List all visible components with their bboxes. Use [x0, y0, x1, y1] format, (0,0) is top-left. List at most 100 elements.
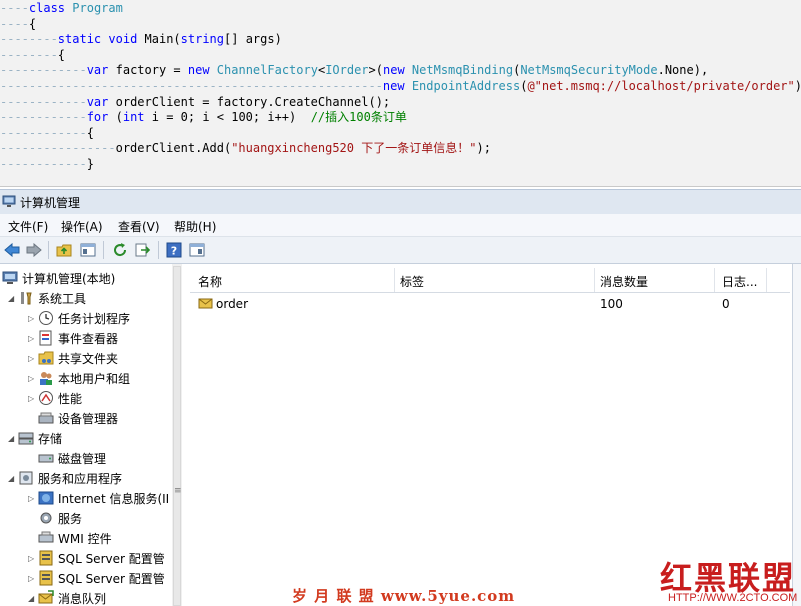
- toolbar: ?: [0, 237, 801, 264]
- menu-bar: 文件(F) 操作(A) 查看(V) 帮助(H): [0, 214, 801, 237]
- code-line: ------------var factory = new ChannelFac…: [0, 63, 708, 79]
- tree-item-performance[interactable]: ▷ 性能: [28, 388, 82, 408]
- indent-guide: ------------: [0, 157, 87, 171]
- code-editor[interactable]: ----class Program ----{--------static voi…: [0, 0, 801, 187]
- tree-scrollbar[interactable]: ≡: [172, 264, 182, 606]
- tree-item-task-scheduler[interactable]: ▷ 任务计划程序: [28, 308, 130, 328]
- column-header-message-count[interactable]: 消息数量: [600, 273, 648, 290]
- code-token: (: [108, 110, 123, 125]
- tree-item-disk-management[interactable]: 磁盘管理: [38, 448, 106, 468]
- tree-item-label: 服务: [58, 511, 83, 526]
- collapsed-arrow-icon[interactable]: ▷: [28, 394, 38, 403]
- console-tree[interactable]: 计算机管理(本地) ◢ 系统工具 ▷ 任务计划程序 ▷ 事件查看器 ▷ 共享文件…: [0, 264, 173, 606]
- column-header-label[interactable]: 标签: [400, 273, 424, 290]
- wmi-icon: [38, 531, 54, 543]
- expanded-arrow-icon[interactable]: ◢: [8, 294, 18, 303]
- tree-item-event-viewer[interactable]: ▷ 事件查看器: [28, 328, 118, 348]
- menu-view[interactable]: 查看(V): [118, 218, 160, 235]
- collapsed-arrow-icon[interactable]: ▷: [28, 334, 38, 343]
- code-token: NetMsmqSecurityMode: [520, 63, 658, 78]
- refresh-icon[interactable]: [110, 240, 130, 260]
- computer-management-icon: [2, 271, 18, 284]
- code-token: );: [476, 141, 491, 156]
- code-token: class: [28, 1, 66, 15]
- menu-help[interactable]: 帮助(H): [174, 218, 216, 235]
- code-line: ------------{: [0, 126, 94, 142]
- code-token: var: [86, 94, 109, 109]
- tree-item-shared-folders[interactable]: ▷ 共享文件夹: [28, 348, 118, 368]
- collapsed-arrow-icon[interactable]: ▷: [28, 494, 38, 503]
- code-line: ------------for (int i = 0; i < 100; i++…: [0, 110, 407, 126]
- tree-item-iis[interactable]: ▷ Internet 信息服务(II: [28, 488, 169, 508]
- show-hide-console-tree-icon[interactable]: [78, 240, 98, 260]
- tree-item-sql-config-2[interactable]: ▷ SQL Server 配置管: [28, 568, 165, 588]
- tree-item-storage[interactable]: ◢ 存储: [8, 428, 62, 448]
- tree-item-label: 任务计划程序: [58, 311, 131, 326]
- expanded-arrow-icon[interactable]: ◢: [8, 434, 18, 443]
- code-token: ChannelFactory: [216, 63, 318, 78]
- code-token: new: [382, 79, 405, 93]
- expanded-arrow-icon[interactable]: ◢: [28, 594, 38, 603]
- menu-file[interactable]: 文件(F): [8, 218, 48, 235]
- window-titlebar: 计算机管理: [0, 189, 801, 214]
- queue-icon: [198, 298, 213, 309]
- tools-icon: [21, 292, 32, 305]
- code-token: Main(: [137, 32, 181, 47]
- collapsed-arrow-icon[interactable]: ▷: [28, 314, 38, 323]
- table-row[interactable]: order 100 0: [190, 294, 790, 314]
- disk-icon: [38, 454, 54, 463]
- up-folder-icon[interactable]: [54, 240, 74, 260]
- tree-item-root[interactable]: 计算机管理(本地): [2, 268, 115, 288]
- watermark-url: HTTP://WWW.2CTO.COM: [668, 592, 798, 604]
- collapsed-arrow-icon[interactable]: ▷: [28, 374, 38, 383]
- services-apps-icon: [19, 471, 33, 485]
- code-line: ------------var orderClient = factory.Cr…: [0, 95, 390, 111]
- code-token: orderClient = factory.CreateChannel();: [108, 94, 391, 109]
- scrollbar-thumb[interactable]: [173, 266, 181, 606]
- show-hide-action-pane-icon[interactable]: [187, 240, 207, 260]
- tree-item-services[interactable]: 服务: [38, 508, 82, 528]
- export-list-icon[interactable]: [133, 240, 153, 260]
- code-token: void: [108, 32, 138, 47]
- code-token: {: [28, 16, 37, 31]
- code-line: --------static void Main(string[] args): [0, 32, 282, 48]
- code-token: orderClient.Add(: [115, 141, 232, 156]
- tree-item-wmi[interactable]: WMI 控件: [38, 528, 112, 548]
- tree-item-label: WMI 控件: [58, 531, 112, 546]
- code-token: {: [86, 125, 94, 140]
- tree-item-sql-config-1[interactable]: ▷ SQL Server 配置管: [28, 548, 165, 568]
- collapsed-arrow-icon[interactable]: ▷: [28, 554, 38, 563]
- collapsed-arrow-icon[interactable]: ▷: [28, 574, 38, 583]
- help-icon[interactable]: ?: [164, 240, 184, 260]
- expanded-arrow-icon[interactable]: ◢: [8, 474, 18, 483]
- tree-item-local-users[interactable]: ▷ 本地用户和组: [28, 368, 130, 388]
- users-icon: [40, 372, 52, 385]
- clock-icon: [39, 311, 53, 325]
- tree-item-label: 存储: [38, 431, 63, 446]
- list-header: 名称 标签 消息数量 日志...: [190, 268, 790, 293]
- code-token: [] args): [224, 32, 282, 47]
- code-token: //插入100条订单: [310, 110, 407, 125]
- tree-item-services-apps[interactable]: ◢ 服务和应用程序: [8, 468, 122, 488]
- forward-arrow-icon[interactable]: [24, 240, 44, 260]
- iis-icon: [38, 491, 54, 505]
- storage-icon: [18, 432, 34, 445]
- back-arrow-icon[interactable]: [2, 240, 22, 260]
- indent-guide: ----------------------------------------…: [0, 79, 383, 93]
- tree-item-device-manager[interactable]: 设备管理器: [38, 408, 118, 428]
- code-token: ));: [795, 79, 801, 93]
- code-token: Program: [72, 1, 123, 15]
- queue-name: order: [216, 297, 248, 311]
- device-manager-icon: [38, 412, 54, 424]
- indent-guide: ------------: [0, 125, 87, 140]
- tree-item-label: 服务和应用程序: [38, 471, 123, 486]
- column-header-name[interactable]: 名称: [198, 273, 222, 290]
- column-header-journal[interactable]: 日志...: [722, 273, 757, 290]
- tree-item-system-tools[interactable]: ◢ 系统工具: [8, 288, 86, 308]
- menu-action[interactable]: 操作(A): [61, 218, 103, 235]
- code-token: NetMsmqBinding: [411, 63, 514, 78]
- tree-item-label: 系统工具: [38, 291, 87, 306]
- collapsed-arrow-icon[interactable]: ▷: [28, 354, 38, 363]
- tree-item-message-queuing[interactable]: ◢ 消息队列: [28, 588, 106, 606]
